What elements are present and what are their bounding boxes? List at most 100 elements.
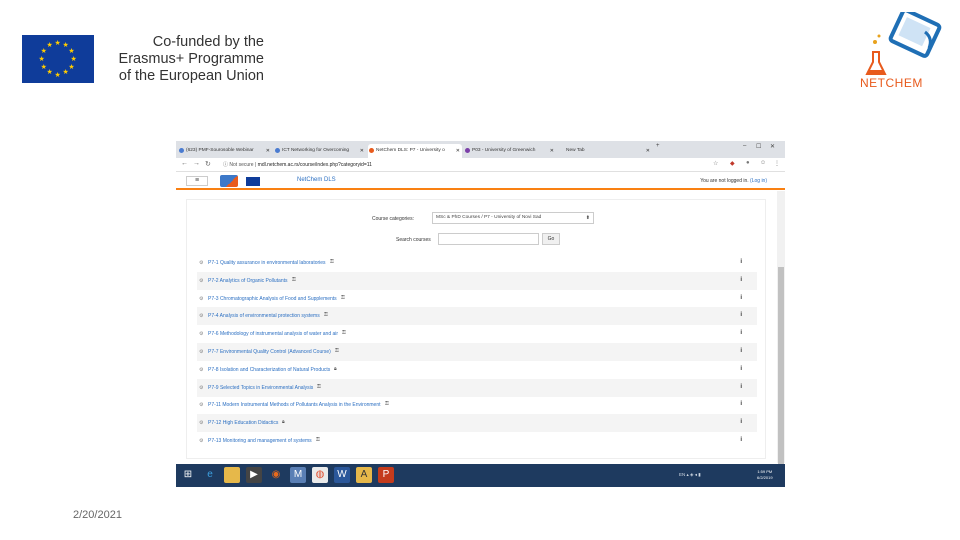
page-scrollbar[interactable] (777, 191, 785, 487)
course-icon: ⚙ (199, 260, 204, 266)
category-select-value: MSc & PhD Courses / P7 - University of N… (436, 215, 542, 220)
mail-icon[interactable]: M (290, 467, 306, 483)
tab-close-icon[interactable]: ✕ (456, 144, 460, 158)
chrome-icon[interactable]: ◍ (312, 467, 328, 483)
firefox-icon[interactable]: ◉ (268, 467, 284, 483)
key-icon: ⚿ (341, 294, 345, 301)
clock-date: 6/2/2019 (757, 475, 773, 480)
course-link[interactable]: P7-1 Quality assurance in environmental … (208, 260, 326, 266)
powerpoint-icon[interactable]: P (378, 467, 394, 483)
course-info-icon[interactable]: i (740, 277, 742, 283)
login-link[interactable]: (Log in) (750, 178, 767, 184)
scrollbar-thumb[interactable] (778, 267, 784, 487)
cofund-line-3: of the European Union (118, 68, 264, 84)
login-status: You are not logged in. (Log in) (700, 178, 767, 184)
address-bar: ← → ↻ ⓘ Not secure | mdl.netchem.ac.rs/c… (176, 158, 785, 172)
course-icon: ⚙ (199, 402, 204, 409)
browser-tab[interactable]: New Tab ✕ (558, 144, 652, 158)
notes-icon[interactable]: A (356, 467, 372, 483)
category-select[interactable]: MSc & PhD Courses / P7 - University of N… (432, 212, 594, 224)
course-info-icon[interactable]: i (740, 330, 742, 336)
course-row: ⚙ P7-6 Methodology of instrumental analys… (197, 325, 757, 343)
word-icon[interactable]: W (334, 467, 350, 483)
course-link[interactable]: P7-13 Monitoring and management of syste… (208, 438, 312, 444)
tab-close-icon[interactable]: ✕ (550, 144, 554, 158)
eu-star-icon: ★ (70, 55, 77, 63)
shield-icon[interactable]: ◆ (730, 160, 735, 167)
course-link[interactable]: P7-3 Chromatographic Analysis of Food an… (208, 296, 337, 302)
start-button-icon[interactable]: ⊞ (180, 467, 196, 483)
course-info-icon[interactable]: i (740, 366, 742, 372)
go-button[interactable]: Go (542, 233, 560, 245)
course-info-icon[interactable]: i (740, 384, 742, 390)
maximize-icon[interactable]: ☐ (756, 143, 761, 150)
course-link[interactable]: P7-2 Analytics of Organic Pollutants (208, 278, 288, 284)
profile-icon[interactable]: ☺ (760, 160, 766, 166)
netchem-mini-logo[interactable] (220, 175, 238, 187)
site-name[interactable]: NetChem DLS (297, 177, 336, 183)
file-explorer-icon[interactable] (224, 467, 240, 483)
browser-tab[interactable]: ICT Networking for Overcoming ✕ (274, 144, 366, 158)
course-row: ⚙ P7-12 High Education Didactics 🔒︎ i (197, 414, 757, 433)
course-icon: ⚙ (199, 438, 204, 444)
course-row: ⚙ P7-1 Quality assurance in environmental… (197, 254, 757, 272)
back-icon[interactable]: ← (181, 160, 188, 167)
course-icon: ⚙ (199, 277, 204, 284)
cofund-line-2: Erasmus+ Programme (118, 51, 264, 67)
eu-star-icon: ★ (54, 39, 61, 47)
course-info-icon[interactable]: i (740, 259, 742, 265)
lock-icon: 🔒︎ (282, 419, 285, 426)
eu-mini-flag (246, 177, 260, 186)
tab-close-icon[interactable]: ✕ (266, 144, 270, 158)
course-link[interactable]: P7-6 Methodology of instrumental analysi… (208, 331, 338, 337)
info-icon: ⓘ (223, 162, 229, 168)
course-link[interactable]: P7-11 Modern Instrumental Methods of Pol… (208, 402, 381, 408)
ie-icon[interactable]: e (202, 467, 218, 483)
course-info-icon[interactable]: i (740, 419, 742, 425)
system-clock[interactable]: 1:59 PM 6/2/2019 (757, 469, 773, 481)
tab-label: ICT Networking for Overcoming (282, 148, 350, 153)
browser-tab-bar: (623) PMF-Sourosoble Webinar ✕ ICT Netwo… (176, 141, 785, 158)
system-tray: EN ▴ ◈ ◂ ▮ (679, 472, 701, 477)
close-window-icon[interactable]: ✕ (770, 143, 775, 150)
browser-screenshot: (623) PMF-Sourosoble Webinar ✕ ICT Netwo… (176, 141, 785, 487)
eu-star-icon: ★ (46, 69, 53, 77)
key-icon: ⚿ (316, 437, 320, 443)
star-icon[interactable]: ☆ (713, 160, 718, 167)
search-courses-input[interactable] (438, 233, 539, 245)
new-tab-icon[interactable]: + (656, 143, 660, 149)
course-link[interactable]: P7-12 High Education Didactics (208, 420, 278, 426)
course-link[interactable]: P7-9 Selected Topics in Environmental An… (208, 385, 313, 391)
course-link[interactable]: P7-7 Environmental Quality Control (Adva… (208, 349, 331, 355)
browser-tab[interactable]: P03 - University of Greenwich ✕ (464, 144, 556, 158)
tab-label: (623) PMF-Sourosoble Webinar (186, 148, 254, 153)
browser-tab[interactable]: (623) PMF-Sourosoble Webinar ✕ (178, 144, 272, 158)
menu-kebab-icon[interactable]: ⋮ (774, 160, 780, 167)
course-info-icon[interactable]: i (740, 348, 742, 354)
cofund-line-1: Co-funded by the (152, 34, 264, 50)
tab-close-icon[interactable]: ✕ (360, 144, 364, 158)
tab-favicon-icon (275, 148, 280, 153)
course-link[interactable]: P7-8 Isolation and Characterization of N… (208, 367, 330, 373)
course-info-icon[interactable]: i (740, 295, 742, 301)
tab-favicon-icon (465, 148, 470, 153)
forward-icon[interactable]: → (193, 160, 200, 167)
search-courses-label: Search courses (396, 237, 431, 243)
eu-flag-logo: ★ ★ ★ ★ ★ ★ ★ ★ ★ ★ ★ ★ (22, 35, 94, 83)
media-player-icon[interactable]: ▶ (246, 467, 262, 483)
course-info-icon[interactable]: i (740, 312, 742, 318)
minimize-icon[interactable]: – (743, 143, 746, 149)
hamburger-menu-icon[interactable]: ≡ (186, 176, 208, 186)
url-field[interactable]: ⓘ Not secure | mdl.netchem.ac.rs/course/… (223, 161, 372, 168)
tab-close-icon[interactable]: ✕ (646, 144, 650, 158)
key-icon: ⚿ (342, 330, 346, 337)
extension-icon[interactable]: ● (746, 160, 750, 166)
browser-tab-active[interactable]: NetChem DLS: P7 - University o ✕ (368, 144, 462, 158)
course-row: ⚙ P7-9 Selected Topics in Environmental A… (197, 378, 757, 397)
course-info-icon[interactable]: i (740, 437, 742, 443)
language-indicator[interactable]: EN (679, 472, 685, 477)
reload-icon[interactable]: ↻ (205, 160, 211, 168)
course-icon: ⚙ (199, 331, 204, 338)
course-link[interactable]: P7-4 Analysis of environmental protectio… (208, 313, 320, 319)
course-info-icon[interactable]: i (740, 401, 742, 407)
